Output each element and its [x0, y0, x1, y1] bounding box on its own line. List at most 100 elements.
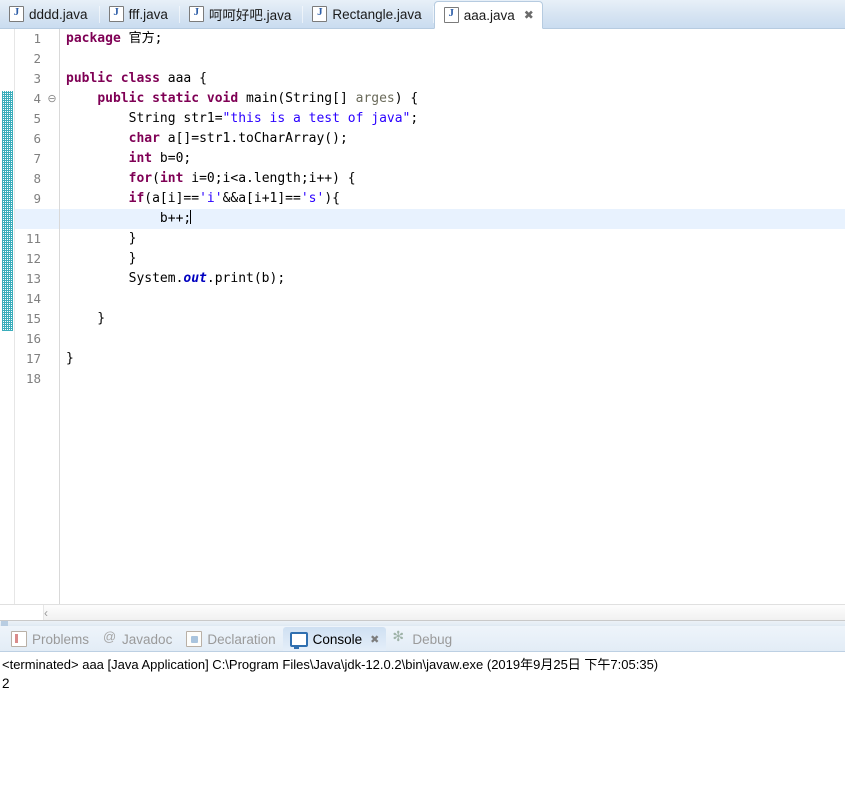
- debug-icon: [392, 628, 407, 646]
- code-editor[interactable]: 123456789101112131415161718 ⊖ package 官方…: [0, 29, 845, 604]
- code-token-plain: &&a[i+1]==: [222, 191, 301, 206]
- view-tab-label: Problems: [32, 631, 90, 647]
- code-token-str: "this is a test of java": [222, 111, 411, 126]
- current-line-highlight: [15, 209, 45, 229]
- line-number: 9: [33, 191, 41, 206]
- code-token-kw: public: [97, 91, 145, 106]
- close-icon[interactable]: ✖: [370, 633, 379, 646]
- code-line[interactable]: for(int i=0;i<a.length;i++) {: [60, 169, 845, 189]
- java-file-icon: [443, 6, 459, 23]
- editor-tab-呵呵好吧-java[interactable]: 呵呵好吧.java: [180, 0, 304, 28]
- code-token-kw: static: [152, 91, 200, 106]
- declaration-icon: [186, 631, 203, 647]
- code-token-fld: out: [183, 271, 207, 286]
- view-tab-javadoc[interactable]: Javadoc: [96, 627, 179, 651]
- code-token-plain: a[]=str1.toCharArray();: [159, 131, 348, 146]
- code-token-plain: }: [66, 311, 106, 326]
- line-number: 12: [25, 251, 41, 266]
- fold-slot: [45, 249, 59, 269]
- code-token-plain: (: [152, 171, 160, 186]
- code-line[interactable]: String str1="this is a test of java";: [60, 109, 845, 129]
- editor-tab-fff-java[interactable]: fff.java: [100, 0, 181, 28]
- fold-slot: [45, 169, 59, 189]
- view-tab-debug[interactable]: Debug: [386, 627, 459, 651]
- code-token-kw: class: [120, 71, 160, 86]
- line-number: 15: [25, 311, 41, 326]
- code-line[interactable]: [60, 289, 845, 309]
- current-line-highlight: [45, 209, 59, 229]
- code-token-plain: }: [66, 231, 137, 246]
- code-token-chr: 'i': [199, 191, 223, 206]
- java-file-icon: [9, 5, 24, 22]
- editor-tab-label: aaa.java: [463, 7, 515, 23]
- line-number: 7: [33, 151, 41, 166]
- line-number: 17: [25, 351, 41, 366]
- fold-slot: [45, 29, 59, 49]
- fold-slot: [45, 129, 59, 149]
- code-token-plain: }: [66, 351, 74, 366]
- code-line[interactable]: package 官方;: [60, 29, 845, 49]
- code-line[interactable]: [60, 49, 845, 69]
- console-icon: [289, 632, 308, 649]
- line-number: 4: [33, 91, 41, 106]
- scroll-left-icon[interactable]: ‹: [44, 607, 48, 619]
- code-line[interactable]: }: [60, 309, 845, 329]
- code-line[interactable]: int b=0;: [60, 149, 845, 169]
- line-number: 2: [33, 51, 41, 66]
- code-token-param: arges: [355, 91, 395, 106]
- code-line[interactable]: public static void main(String[] arges) …: [60, 89, 845, 109]
- code-line[interactable]: char a[]=str1.toCharArray();: [60, 129, 845, 149]
- code-line[interactable]: }: [60, 249, 845, 269]
- fold-collapse-icon[interactable]: ⊖: [45, 89, 59, 109]
- fold-slot: [45, 49, 59, 69]
- code-token-plain: }: [66, 251, 137, 266]
- code-token-plain: String str1=: [66, 111, 223, 126]
- code-token-plain: .print(b);: [206, 271, 286, 286]
- code-line[interactable]: System.out.print(b);: [60, 269, 845, 289]
- bottom-view-tab-bar: Problems Javadoc Declaration Console ✖ Debug: [0, 626, 845, 652]
- view-tab-console[interactable]: Console ✖: [282, 627, 387, 651]
- line-number: 8: [33, 171, 41, 186]
- close-icon[interactable]: ✖: [524, 9, 534, 21]
- code-token-plain: aaa {: [159, 71, 207, 86]
- editor-tab-bar: dddd.java fff.java 呵呵好吧.java Rectangle.java…: [0, 0, 845, 29]
- line-number: 1: [33, 31, 41, 46]
- code-token-kw: int: [128, 151, 153, 166]
- editor-horizontal-scrollbar[interactable]: ‹: [0, 604, 845, 621]
- code-line[interactable]: [60, 329, 845, 349]
- code-token-kw: void: [206, 91, 239, 106]
- fold-slot: [45, 269, 59, 289]
- code-line[interactable]: b++;: [60, 209, 845, 229]
- view-tab-problems[interactable]: Problems: [4, 627, 96, 651]
- editor-tab-Rectangle-java[interactable]: Rectangle.java: [303, 0, 435, 28]
- fold-slot: [45, 109, 59, 129]
- fold-slot: [45, 229, 59, 249]
- code-token-plain: ;: [154, 31, 163, 46]
- code-line[interactable]: if(a[i]=='i'&&a[i+1]=='s'){: [60, 189, 845, 209]
- line-number: 13: [25, 271, 41, 286]
- scrollbar-gutter-pad: [0, 605, 44, 620]
- fold-slot: [45, 349, 59, 369]
- code-token-plain: System.: [66, 271, 184, 286]
- code-token-plain: b=0;: [152, 151, 192, 166]
- code-line[interactable]: public class aaa {: [60, 69, 845, 89]
- editor-tab-dddd-java[interactable]: dddd.java: [0, 0, 100, 28]
- code-line[interactable]: [60, 369, 845, 389]
- code-folding-column[interactable]: ⊖: [45, 29, 60, 604]
- view-tab-label: Debug: [412, 631, 453, 647]
- editor-tab-aaa-java[interactable]: aaa.java ✖: [433, 1, 543, 29]
- code-text-area[interactable]: package 官方; public class aaa { public st…: [60, 29, 845, 604]
- code-line[interactable]: }: [60, 349, 845, 369]
- code-line[interactable]: }: [60, 229, 845, 249]
- console-output-area[interactable]: <terminated> aaa [Java Application] C:\P…: [0, 652, 845, 796]
- fold-slot: [45, 369, 59, 389]
- code-token-plain: main(String[]: [238, 91, 356, 106]
- code-token-kw: if: [128, 191, 145, 206]
- console-program-output: 2: [2, 676, 10, 691]
- view-tab-declaration[interactable]: Declaration: [179, 627, 282, 651]
- problems-icon: [11, 631, 27, 647]
